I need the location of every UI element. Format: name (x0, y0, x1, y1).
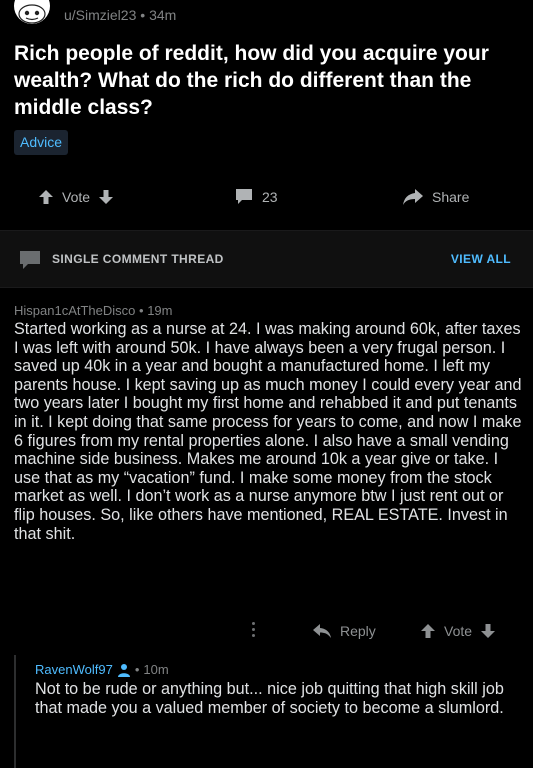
comments-button[interactable]: 23 (234, 182, 278, 212)
avatar[interactable] (14, 0, 50, 24)
reply-thread: RavenWolf97 • 10m Not to be rude or anyt… (14, 655, 533, 768)
post-action-bar: Vote 23 Share (0, 182, 533, 212)
share-arrow-icon (402, 188, 424, 206)
comment-count: 23 (262, 189, 278, 205)
comment-vote-group: Vote (420, 618, 496, 644)
comment-author[interactable]: Hispan1cAtTheDisco (14, 303, 135, 318)
meta-separator: • (140, 7, 150, 23)
comment-age: 19m (147, 303, 173, 318)
reply-label: Reply (340, 623, 376, 639)
post-author[interactable]: u/Simziel23 (64, 7, 136, 23)
comment-action-bar: Reply Vote (0, 618, 533, 644)
view-all-link[interactable]: VIEW ALL (451, 252, 511, 266)
reply-arrow-icon (312, 623, 332, 639)
reply-meta: RavenWolf97 • 10m (35, 662, 169, 677)
meta-separator: • (134, 662, 140, 677)
post-vote-group: Vote (38, 182, 114, 212)
post-header: u/Simziel23 • 34m (0, 0, 533, 30)
meta-separator: • (139, 303, 148, 318)
post-title[interactable]: Rich people of reddit, how did you acqui… (14, 40, 524, 121)
single-comment-thread-bar: SINGLE COMMENT THREAD VIEW ALL (0, 230, 533, 288)
vote-label: Vote (444, 623, 473, 639)
upvote-icon[interactable] (420, 623, 436, 639)
reply-button[interactable]: Reply (312, 618, 376, 644)
vote-label: Vote (62, 189, 91, 205)
comment-meta: Hispan1cAtTheDisco • 19m (14, 303, 172, 318)
downvote-icon[interactable] (98, 189, 114, 205)
downvote-icon[interactable] (480, 623, 496, 639)
snoo-avatar-icon (18, 4, 46, 24)
post-meta: u/Simziel23 • 34m (64, 7, 176, 23)
reply-author[interactable]: RavenWolf97 (35, 662, 113, 677)
comment-body: Started working as a nurse at 24. I was … (14, 320, 522, 543)
share-label: Share (432, 189, 470, 205)
reply-body: Not to be rude or anything but... nice j… (35, 680, 504, 717)
thread-label: SINGLE COMMENT THREAD (52, 252, 224, 266)
reply-age: 10m (143, 662, 169, 677)
person-icon (117, 663, 131, 677)
comment-bubble-icon (234, 188, 254, 206)
upvote-icon[interactable] (38, 189, 54, 205)
post-flair[interactable]: Advice (14, 130, 69, 155)
post-age: 34m (149, 7, 177, 23)
share-button[interactable]: Share (402, 182, 469, 212)
kebab-menu-icon[interactable] (252, 622, 255, 637)
chat-bubble-icon (18, 250, 42, 270)
